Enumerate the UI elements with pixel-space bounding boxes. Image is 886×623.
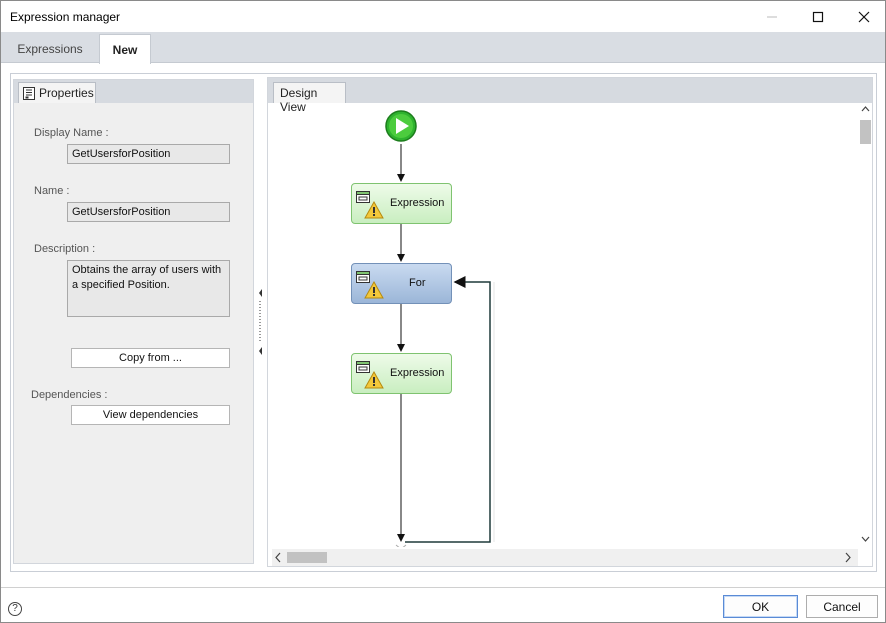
minimize-icon bbox=[767, 16, 777, 17]
display-name-label: Display Name : bbox=[34, 127, 109, 139]
workflow-canvas[interactable]: Expression For Expression bbox=[272, 105, 872, 569]
dialog-footer: ? OK Cancel bbox=[1, 587, 885, 622]
properties-panel: Properties Display Name : GetUsersforPos… bbox=[13, 79, 254, 564]
workflow-connectors bbox=[395, 144, 495, 547]
display-name-field[interactable]: GetUsersforPosition bbox=[67, 144, 230, 164]
content-area: Properties Display Name : GetUsersforPos… bbox=[10, 73, 877, 572]
loop-back-connector bbox=[405, 276, 491, 543]
splitter-grip-icon bbox=[259, 289, 262, 355]
for-node-label: For bbox=[409, 277, 426, 289]
help-icon[interactable]: ? bbox=[8, 602, 22, 616]
name-field[interactable]: GetUsersforPosition bbox=[67, 202, 230, 222]
copy-from-button[interactable]: Copy from ... bbox=[71, 348, 230, 368]
window-title: Expression manager bbox=[10, 10, 121, 24]
properties-tab[interactable]: Properties bbox=[18, 82, 96, 103]
horizontal-scrollbar-graphic bbox=[272, 549, 858, 566]
warning-icon bbox=[364, 281, 384, 299]
expression-node-2[interactable]: Expression bbox=[351, 353, 452, 394]
view-dependencies-button[interactable]: View dependencies bbox=[71, 405, 230, 425]
description-field[interactable]: Obtains the array of users with a specif… bbox=[67, 260, 230, 317]
tab-new[interactable]: New bbox=[99, 34, 151, 64]
properties-icon bbox=[23, 87, 35, 103]
expression-manager-window: Expression manager Expressions New Prope… bbox=[0, 0, 886, 623]
vertical-scrollbar-graphic bbox=[860, 106, 871, 542]
expression-node-1[interactable]: Expression bbox=[351, 183, 452, 224]
start-node-icon[interactable] bbox=[384, 109, 418, 143]
warning-icon bbox=[364, 201, 384, 219]
description-label: Description : bbox=[34, 243, 96, 255]
expression-node-label: Expression bbox=[390, 197, 445, 209]
properties-header: Properties bbox=[14, 80, 253, 103]
cancel-button[interactable]: Cancel bbox=[806, 595, 878, 618]
close-button[interactable] bbox=[841, 1, 886, 32]
design-view-header: Design View bbox=[268, 78, 872, 114]
main-tab-strip: Expressions New bbox=[1, 32, 885, 64]
properties-tab-label: Properties bbox=[39, 86, 94, 100]
panel-splitter[interactable] bbox=[256, 79, 264, 564]
name-label: Name : bbox=[34, 185, 70, 197]
description-line-2: a specified Position. bbox=[72, 279, 170, 291]
vertical-scrollbar[interactable] bbox=[859, 105, 872, 547]
tab-expressions[interactable]: Expressions bbox=[2, 34, 98, 63]
close-icon bbox=[858, 11, 870, 22]
dependencies-label: Dependencies : bbox=[31, 389, 108, 401]
expression-node-label: Expression bbox=[390, 367, 445, 379]
minimize-button[interactable] bbox=[749, 1, 795, 32]
description-line-1: Obtains the array of users with bbox=[72, 264, 222, 276]
ok-button[interactable]: OK bbox=[723, 595, 798, 618]
title-bar: Expression manager bbox=[1, 1, 885, 32]
maximize-button[interactable] bbox=[795, 1, 841, 32]
horizontal-scrollbar[interactable] bbox=[272, 549, 858, 566]
design-view-tab[interactable]: Design View bbox=[273, 82, 346, 114]
design-view-panel: Design View Expression For Expression bbox=[267, 77, 873, 567]
maximize-icon bbox=[812, 11, 824, 22]
for-loop-node[interactable]: For bbox=[351, 263, 452, 304]
warning-icon bbox=[364, 371, 384, 389]
end-marker bbox=[395, 544, 407, 547]
